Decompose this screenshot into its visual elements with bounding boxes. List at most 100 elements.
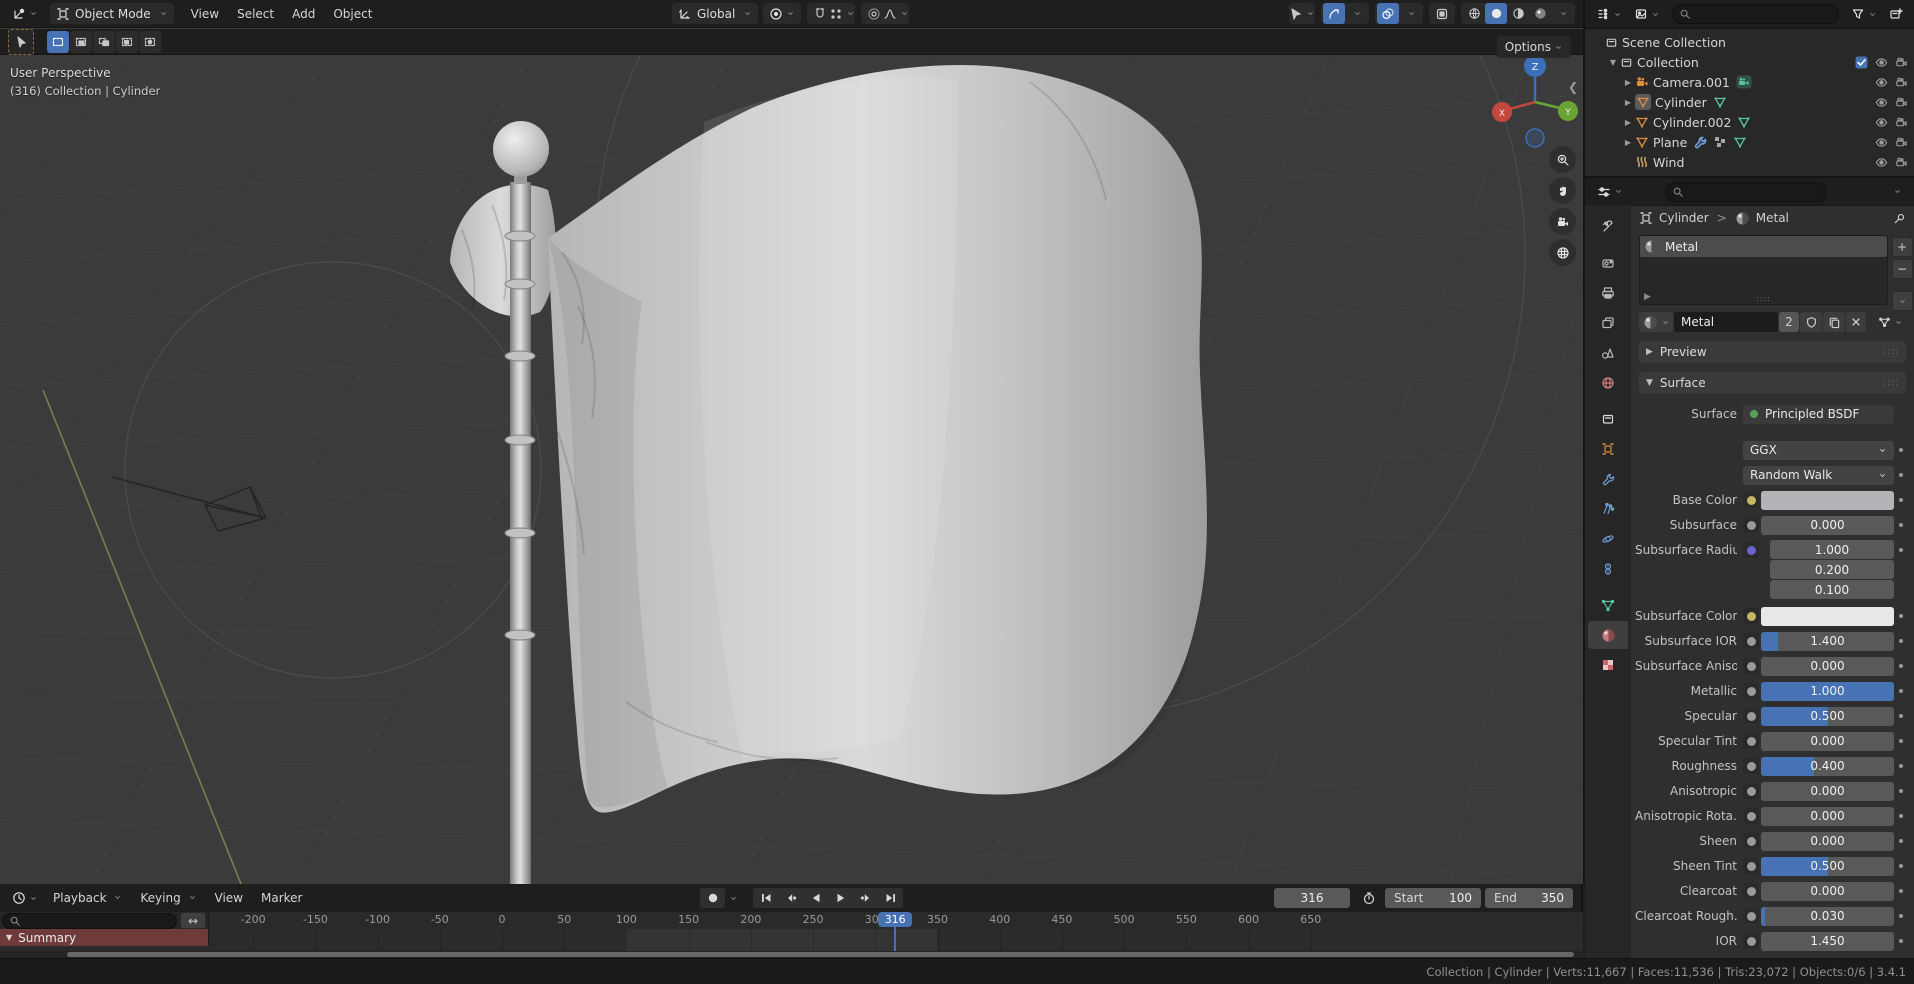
node-socket[interactable] <box>1743 683 1759 699</box>
eye-icon[interactable] <box>1875 156 1888 169</box>
jump-to-start-button[interactable] <box>753 888 778 908</box>
properties-options-dropdown[interactable] <box>1884 181 1908 202</box>
options-button[interactable]: Options <box>1496 36 1571 58</box>
value-slider[interactable]: 0.200 <box>1770 560 1894 579</box>
viewport-canvas[interactable] <box>0 0 1583 884</box>
node-socket[interactable] <box>1743 733 1759 749</box>
animate-dot[interactable] <box>1894 814 1908 818</box>
material-slot-list[interactable]: Metal ▶ :::: <box>1639 235 1888 305</box>
camera-restrict-icon[interactable] <box>1895 136 1908 149</box>
falloff-dropdown[interactable] <box>884 3 908 24</box>
snap-magnet-toggle[interactable] <box>809 3 831 24</box>
value-slider[interactable]: 0.000 <box>1761 656 1894 676</box>
pan-view-button[interactable] <box>1549 177 1576 204</box>
current-frame-field[interactable]: 316 <box>1274 888 1350 908</box>
outliner-row-camera-001[interactable]: ▶ Camera.001 <box>1585 72 1914 92</box>
summary-channel[interactable]: ▼ Summary <box>0 929 208 946</box>
outliner-row-cylinder-002[interactable]: ▶ Cylinder.002 <box>1585 112 1914 132</box>
menu-keying[interactable]: Keying <box>131 891 205 905</box>
node-socket[interactable] <box>1743 608 1759 624</box>
value-slider[interactable]: 0.500 <box>1761 856 1894 876</box>
properties-editor-dropdown[interactable] <box>1591 181 1629 202</box>
value-slider[interactable]: 1.000 <box>1761 681 1894 701</box>
animate-dot[interactable] <box>1894 739 1908 743</box>
node-socket[interactable] <box>1743 808 1759 824</box>
play-button[interactable] <box>828 888 853 908</box>
overlays-dropdown[interactable] <box>1399 3 1421 24</box>
pin-icon[interactable] <box>1893 212 1906 225</box>
auto-keying-toggle[interactable] <box>700 888 725 908</box>
color-swatch[interactable] <box>1761 490 1894 510</box>
timeline-ruler[interactable]: -200 -150 -100 -50 0 50 100 150 200 250 300 350 400 4… <box>0 912 1583 930</box>
filter-toggle-button[interactable]: ↔ <box>180 912 206 929</box>
value-slider[interactable]: 0.500 <box>1761 706 1894 726</box>
menu-tl-view[interactable]: View <box>206 891 252 905</box>
scrollbar-thumb[interactable] <box>67 952 1574 957</box>
value-slider[interactable]: 0.000 <box>1761 515 1894 535</box>
surface-shader-field[interactable]: Principled BSDF <box>1743 404 1894 424</box>
users-count-button[interactable]: 2 <box>1779 312 1799 332</box>
select-mode-set-button[interactable] <box>47 30 69 53</box>
timeline-channel-area[interactable] <box>0 929 1583 951</box>
color-swatch[interactable] <box>1761 606 1894 626</box>
disclosure-right-icon[interactable]: ▶ <box>1621 138 1635 147</box>
value-slider[interactable]: 0.000 <box>1761 831 1894 851</box>
enum-dropdown[interactable]: Random Walk <box>1743 465 1894 485</box>
disclosure-right-icon[interactable]: ▶ <box>1621 98 1635 107</box>
camera-view-button[interactable] <box>1549 208 1576 235</box>
properties-tab-modifiers[interactable] <box>1588 465 1628 493</box>
menu-playback[interactable]: Playback <box>44 891 131 905</box>
menu-marker[interactable]: Marker <box>252 891 311 905</box>
animate-dot[interactable] <box>1894 689 1908 693</box>
xray-toggle[interactable] <box>1431 3 1453 24</box>
jump-to-end-button[interactable] <box>878 888 903 908</box>
camera-restrict-icon[interactable] <box>1895 116 1908 129</box>
animate-dot[interactable] <box>1894 540 1908 601</box>
properties-search-input[interactable] <box>1665 181 1827 202</box>
node-socket[interactable] <box>1743 933 1759 949</box>
add-slot-button[interactable]: + <box>1891 237 1913 257</box>
shading-wireframe-button[interactable] <box>1463 3 1485 24</box>
animate-dot[interactable] <box>1894 448 1908 452</box>
animate-dot[interactable] <box>1894 939 1908 943</box>
fake-user-button[interactable] <box>1800 312 1822 332</box>
material-slot-item[interactable]: Metal <box>1640 236 1887 257</box>
eye-icon[interactable] <box>1875 76 1888 89</box>
eye-icon[interactable] <box>1875 116 1888 129</box>
outliner-row-cylinder[interactable]: ▶ Cylinder <box>1585 92 1914 112</box>
properties-tab-render[interactable] <box>1588 249 1628 277</box>
animate-dot[interactable] <box>1894 473 1908 477</box>
end-frame-field[interactable]: End 350 <box>1485 888 1573 908</box>
node-socket[interactable] <box>1743 858 1759 874</box>
timeline-editor-dropdown[interactable] <box>6 888 44 909</box>
editor-type-button[interactable] <box>6 3 44 24</box>
value-slider[interactable]: 0.000 <box>1761 806 1894 826</box>
timeline-search-input[interactable] <box>2 912 177 929</box>
preview-range-button[interactable] <box>1356 888 1381 908</box>
preview-panel-header[interactable]: ▶ Preview :::: <box>1639 341 1906 363</box>
node-socket[interactable] <box>1743 658 1759 674</box>
select-mode-invert-button[interactable] <box>116 30 138 53</box>
timeline-scrollbar[interactable] <box>0 951 1583 958</box>
shading-dropdown[interactable] <box>1551 3 1573 24</box>
properties-tab-particles[interactable] <box>1588 495 1628 523</box>
select-visibility-dropdown[interactable] <box>1291 3 1313 24</box>
outliner-display-mode-dropdown[interactable] <box>1590 4 1628 25</box>
camera-restrict-icon[interactable] <box>1895 96 1908 109</box>
select-mode-extend-button[interactable] <box>70 30 92 53</box>
shading-material-button[interactable] <box>1507 3 1529 24</box>
auto-keying-dropdown[interactable] <box>725 888 741 908</box>
mode-dropdown[interactable]: Object Mode <box>50 3 174 24</box>
pivot-dropdown[interactable] <box>763 3 802 24</box>
checkbox-icon[interactable] <box>1855 56 1868 69</box>
properties-tab-tool[interactable] <box>1588 213 1628 241</box>
play-reverse-button[interactable] <box>803 888 828 908</box>
playhead-frame-badge[interactable]: 316 <box>878 912 913 927</box>
properties-tab-texture[interactable] <box>1588 651 1628 679</box>
orthographic-view-button[interactable] <box>1549 239 1576 266</box>
node-socket[interactable] <box>1743 783 1759 799</box>
value-slider[interactable]: 0.400 <box>1761 756 1894 776</box>
show-overlays-toggle[interactable] <box>1377 3 1399 24</box>
value-slider[interactable]: 0.030 <box>1761 906 1894 926</box>
viewport-3d[interactable]: Object Mode View Select Add Object Globa… <box>0 0 1585 884</box>
